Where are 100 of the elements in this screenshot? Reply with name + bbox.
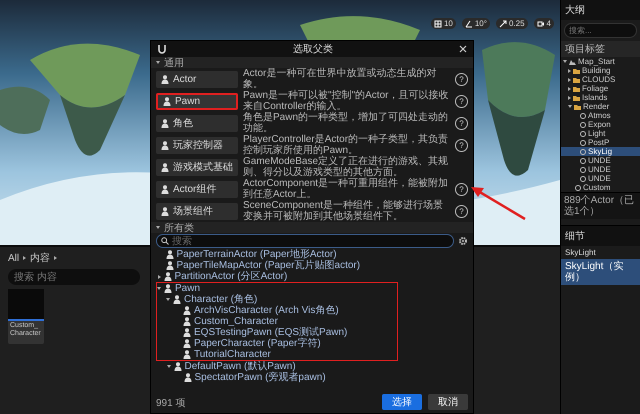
outliner-row[interactable]: Custom [561, 183, 640, 192]
class-icon [161, 184, 169, 194]
class-tree-item[interactable]: PaperTerrainActor (Paper地形Actor) [156, 249, 468, 260]
scale-snap-icon [498, 20, 507, 28]
outliner-row[interactable]: PostP [561, 138, 640, 147]
class-icon [161, 118, 169, 128]
class-tree-item[interactable]: PaperTileMapActor (Paper瓦片贴图actor) [156, 260, 468, 271]
outliner-row[interactable]: UNDE [561, 174, 640, 183]
item-count: 991 项 [156, 397, 186, 410]
close-icon[interactable] [459, 45, 467, 53]
outliner-row[interactable]: Map_Start [561, 57, 640, 66]
settings-icon[interactable] [458, 236, 468, 246]
class-description: ActorComponent是一种可重用组件，能被附加到任意Actor上。 [243, 178, 450, 200]
pawn-icon [173, 295, 181, 304]
outliner-row[interactable]: Expon [561, 120, 640, 129]
help-icon[interactable]: ? [455, 116, 468, 130]
section-header[interactable]: 通用 [151, 57, 473, 68]
class-description: 角色是Pawn的一种类型，增加了可四处走动的功能。 [243, 112, 450, 134]
class-description: Pawn是一种可以被"控制"的Actor，且可以接收来自Controller的输入。 [243, 90, 450, 112]
class-description: GameModeBase定义了正在进行的游戏、其规则、得分以及游戏类型的其他方面。 [243, 156, 450, 178]
class-icon [161, 206, 169, 216]
section-header[interactable]: 所有类 [151, 222, 473, 233]
collapse-arrow-icon[interactable] [166, 298, 170, 301]
help-icon[interactable]: ? [455, 94, 468, 108]
viewport-toolbar-toggle[interactable]: 4 [534, 18, 554, 29]
class-button[interactable]: Actor组件 [156, 180, 238, 198]
angle-snap-icon [464, 20, 473, 28]
class-tree-item[interactable]: DefaultPawn (默认Pawn) [156, 361, 468, 372]
pawn-icon [183, 328, 191, 337]
class-icon [161, 140, 169, 150]
class-button[interactable]: Actor [156, 70, 238, 88]
outliner-row[interactable]: Islands [561, 93, 640, 102]
pawn-icon [164, 272, 172, 281]
pawn-icon [183, 339, 191, 348]
outliner-row[interactable]: Foliage [561, 84, 640, 93]
pawn-icon [183, 317, 191, 326]
camera-speed-icon [536, 20, 545, 28]
outliner-row[interactable]: CLOUDS [561, 75, 640, 84]
pawn-icon [166, 250, 174, 259]
class-icon [161, 74, 169, 84]
class-tree-item[interactable]: PaperCharacter (Paper字符) [157, 338, 397, 349]
pawn-icon [183, 306, 191, 315]
class-button[interactable]: 游戏模式基础 [156, 158, 238, 176]
viewport-toolbar-toggle[interactable]: 10 [430, 18, 456, 29]
outliner-search-field[interactable]: 搜索... [564, 23, 637, 38]
class-tree-item[interactable]: Pawn [157, 283, 397, 294]
viewport-toolbar-toggle[interactable]: 10° [462, 18, 490, 29]
pawn-icon [184, 373, 192, 382]
class-search-field[interactable]: 搜索 [172, 236, 449, 246]
class-description: PlayerController是Actor的一种子类型，其负责控制玩家所使用的Pawn。 [243, 134, 450, 156]
collapse-arrow-icon[interactable] [166, 365, 170, 368]
cancel-button[interactable]: 取消 [428, 394, 468, 410]
class-description: SceneComponent是一种组件，能够进行场景变换并可被附加到其他场景组件下。 [243, 200, 444, 222]
details-tab[interactable]: 细节 [561, 226, 640, 246]
class-tree-item[interactable]: PartitionActor (分区Actor) [156, 271, 468, 282]
outliner-row[interactable]: Light [561, 129, 640, 138]
collapse-arrow-icon[interactable] [157, 287, 161, 290]
expand-arrow-icon[interactable] [158, 274, 160, 278]
class-icon [163, 96, 171, 106]
viewport-toolbar-toggle[interactable]: 0.25 [496, 18, 528, 29]
outliner-row[interactable]: SkyLig [561, 147, 640, 156]
class-tree-item[interactable]: TutorialCharacter [157, 349, 397, 360]
class-tree-item[interactable]: Character (角色) [157, 294, 397, 305]
pawn-icon [166, 261, 174, 270]
class-search-field[interactable]: 搜索 [156, 234, 454, 248]
outliner-row[interactable]: Render [561, 102, 640, 111]
breadcrumb-link[interactable]: 内容 [30, 251, 50, 265]
outliner-tab[interactable]: 大纲 [561, 0, 640, 20]
class-description: Actor是一种可在世界中放置或动态生成的对象。 [243, 68, 436, 90]
column-header[interactable]: 项目标签 [561, 41, 640, 57]
help-icon[interactable]: ? [455, 204, 468, 218]
details-object: SkyLight [564, 247, 597, 259]
outliner-row[interactable]: Atmos [561, 111, 640, 120]
help-icon[interactable]: ? [455, 138, 468, 152]
pawn-icon [174, 362, 182, 371]
dialog-title: 选取父类 [293, 42, 333, 56]
search-icon [161, 237, 169, 245]
class-button[interactable]: Pawn [156, 92, 238, 110]
outliner-row[interactable]: UNDE [561, 156, 640, 165]
annotation-arrow [470, 185, 526, 221]
outliner-row[interactable]: UNDE [561, 165, 640, 174]
class-button[interactable]: 玩家控制器 [156, 136, 238, 154]
pawn-icon [183, 350, 191, 359]
details-component[interactable]: SkyLight（实例） [561, 259, 640, 285]
class-tree-item[interactable]: ArchVisCharacter (Arch Vis角色) [157, 305, 397, 316]
outliner-row[interactable]: Building [561, 66, 640, 75]
class-button[interactable]: 角色 [156, 114, 238, 132]
class-tree-item[interactable]: SpectatorPawn (旁观者pawn) [156, 372, 468, 383]
pawn-icon [164, 284, 172, 293]
grid-snap-icon [434, 20, 442, 28]
breadcrumb-link[interactable]: All [8, 252, 20, 264]
engine-logo-icon [157, 44, 167, 54]
class-tree-item[interactable]: Custom_Character [157, 316, 397, 327]
class-button[interactable]: 场景组件 [156, 202, 238, 220]
class-icon [161, 162, 169, 172]
select-button[interactable]: 选择 [382, 394, 422, 410]
class-tree-item[interactable]: EQSTestingPawn (EQS测试Pawn) [157, 327, 397, 338]
help-icon[interactable]: ? [455, 72, 468, 86]
help-icon[interactable]: ? [455, 182, 468, 196]
content-search-field[interactable]: 搜索 内容 [8, 269, 140, 285]
